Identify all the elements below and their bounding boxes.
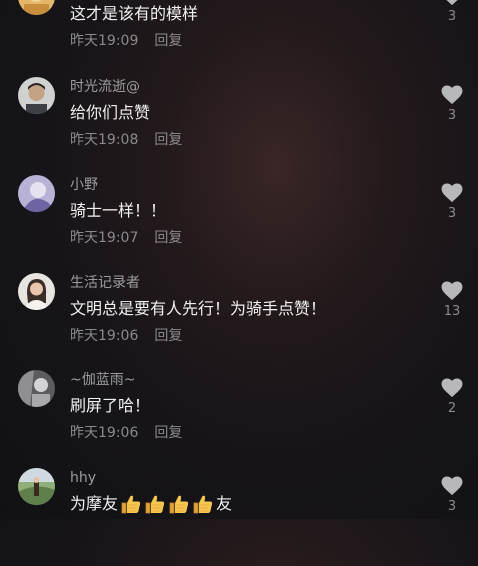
comment-time: 昨天19:07 [70,230,139,246]
comment-text: 为摩友 友 [70,492,232,516]
comment-text: 文明总是要有人先行！为骑手点赞！ [70,299,327,318]
heart-icon [441,85,463,105]
thumbs-up-emoji-icon [144,493,166,515]
avatar[interactable] [18,0,55,15]
comment-text-start: 为摩友 [70,494,119,513]
comment-text: 骑士一样！！ [70,201,167,220]
user-avatar-outdoor-icon [18,468,55,505]
user-avatar-gray-icon [18,370,55,407]
user-avatar-orange-icon [18,0,55,15]
avatar[interactable] [18,273,55,310]
comment-text-end: 友 [216,494,233,513]
like-count: 3 [447,499,457,514]
comment-meta: 昨天19:09 回复 [70,31,182,51]
comment-time: 昨天19:06 [70,328,139,344]
comment-item: hhy 为摩友 友 3 [0,468,478,566]
reply-button[interactable]: 回复 [154,425,182,441]
username[interactable]: 小野 [70,175,98,195]
heart-icon [441,183,463,203]
thumbs-up-emoji-icon [192,493,214,515]
comment-time: 昨天19:06 [70,425,139,441]
like-button[interactable]: 3 [438,476,466,515]
comment-item: 小野 骑士一样！！ 昨天19:07 回复 3 [0,175,478,273]
comment-meta: 昨天19:07 回复 [70,228,182,248]
username[interactable]: 时光流逝@ [70,77,140,97]
comment-item: 这才是该有的模样 昨天19:09 回复 3 [0,0,478,76]
like-button[interactable]: 13 [438,281,466,320]
comment-time: 昨天19:09 [70,33,139,49]
like-button[interactable]: 3 [438,85,466,124]
reply-button[interactable]: 回复 [154,230,182,246]
like-button[interactable]: 3 [438,183,466,222]
comment-item: 时光流逝@ 给你们点赞 昨天19:08 回复 3 [0,77,478,175]
avatar[interactable] [18,370,55,407]
avatar[interactable] [18,175,55,212]
heart-icon [446,0,458,6]
comment-time: 昨天19:08 [70,132,139,148]
reply-button[interactable]: 回复 [154,328,182,344]
user-avatar-portrait-icon [18,77,55,114]
like-count: 3 [447,9,457,24]
username[interactable]: ~伽蓝雨~ [70,370,135,390]
comment-item: ~伽蓝雨~ 刷屏了哈！ 昨天19:06 回复 2 [0,370,478,468]
like-button[interactable]: 2 [438,378,466,417]
thumbs-up-emoji-icon [168,493,190,515]
username[interactable]: hhy [70,468,96,488]
like-count: 3 [447,108,457,123]
comment-meta: 昨天19:08 回复 [70,130,182,150]
comment-item: 生活记录者 文明总是要有人先行！为骑手点赞！ 昨天19:06 回复 13 [0,273,478,371]
like-button[interactable]: 3 [438,0,466,25]
avatar[interactable] [18,468,55,505]
comment-text: 这才是该有的模样 [70,4,199,23]
heart-icon [441,378,463,398]
comment-text: 给你们点赞 [70,103,151,122]
avatar[interactable] [18,77,55,114]
comment-text: 刷屏了哈！ [70,396,151,415]
thumbs-up-emoji-icon [120,493,142,515]
username[interactable]: 生活记录者 [70,273,140,293]
user-avatar-purple-icon [18,175,55,212]
comment-meta: 昨天19:06 回复 [70,423,182,443]
comment-meta: 昨天19:06 回复 [70,326,182,346]
thumbs-up-emoji-group [119,493,215,515]
like-count: 3 [447,206,457,221]
reply-button[interactable]: 回复 [154,33,182,49]
like-count: 13 [443,304,461,319]
heart-icon [441,281,463,301]
heart-icon [441,476,463,496]
reply-button[interactable]: 回复 [154,132,182,148]
like-count: 2 [447,401,457,416]
user-avatar-woman-icon [18,273,55,310]
